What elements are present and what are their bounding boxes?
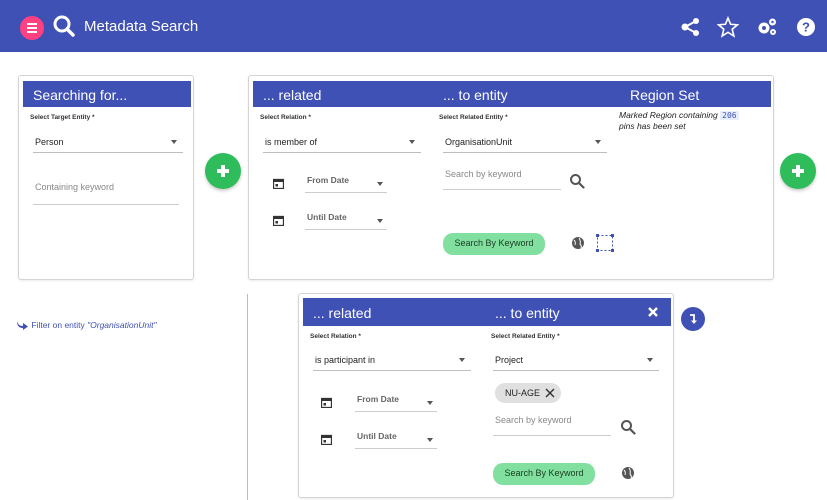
chevron-down-icon	[595, 140, 601, 144]
subdirectory-arrow-icon	[17, 321, 28, 330]
keyword-placeholder: Search by keyword	[495, 415, 572, 425]
filter-prefix: Filter on entity	[31, 320, 88, 330]
close-icon[interactable]	[647, 306, 659, 318]
close-icon[interactable]	[545, 388, 555, 398]
to-entity-header: ... to entity	[443, 87, 508, 103]
calendar-icon[interactable]	[273, 215, 284, 226]
chevron-down-icon	[377, 219, 383, 223]
chevron-down-icon	[171, 140, 177, 144]
target-card-title: Searching for...	[33, 87, 128, 103]
relation-label: Select Relation *	[310, 333, 361, 340]
calendar-icon[interactable]	[321, 434, 332, 445]
region-select-icon[interactable]	[596, 234, 614, 252]
help-icon[interactable]: ?	[795, 16, 817, 38]
region-note-text: Marked Region containing	[619, 110, 718, 120]
chevron-down-icon	[427, 401, 433, 405]
related-entity-label: Select Related Entity *	[491, 333, 560, 340]
to-entity-header: ... to entity	[495, 305, 560, 321]
relation-card-2-header: ... related ... to entity	[303, 298, 671, 326]
add-relation-button[interactable]	[205, 153, 241, 189]
tree-connector-line	[247, 294, 248, 500]
keyword-placeholder: Search by keyword	[445, 169, 522, 179]
menu-button[interactable]	[20, 16, 44, 40]
search-by-keyword-button[interactable]: Search By Keyword	[493, 463, 595, 485]
search-by-keyword-button[interactable]: Search By Keyword	[443, 233, 545, 255]
star-icon[interactable]	[717, 16, 739, 38]
region-pin-count: 206	[720, 111, 739, 120]
related-entity-label: Select Related Entity *	[439, 114, 508, 121]
relation-card-1-header: ... related ... to entity Region Set	[253, 81, 771, 107]
target-keyword-input[interactable]: Containing keyword	[33, 179, 179, 205]
until-date-select[interactable]: Until Date	[305, 210, 387, 230]
region-note: Marked Region containing 206 pins has be…	[619, 110, 769, 132]
region-note-text-2: pins has been set	[619, 121, 686, 131]
search-icon[interactable]	[569, 173, 585, 189]
relation-value: is participant in	[315, 355, 376, 365]
until-date-label: Until Date	[307, 212, 347, 222]
app-title: Metadata Search	[84, 18, 199, 35]
add-relation-button-right[interactable]	[780, 153, 816, 189]
target-entity-select[interactable]: Person	[33, 133, 183, 153]
related-entity-value: Project	[495, 355, 524, 365]
until-date-label: Until Date	[357, 431, 397, 441]
target-entity-value: Person	[35, 137, 64, 147]
relation-card-1: ... related ... to entity Region Set Sel…	[248, 75, 774, 280]
chip-label: NU-AGE	[505, 388, 541, 398]
chevron-down-icon	[427, 438, 433, 442]
share-icon[interactable]	[680, 16, 702, 38]
related-entity-select[interactable]: OrganisationUnit	[443, 133, 607, 153]
filter-entity-link[interactable]: Filter on entity "OrganisationUnit"	[16, 318, 156, 330]
relation-label: Select Relation *	[260, 114, 311, 121]
related-entity-select[interactable]: Project	[493, 351, 659, 371]
target-entity-label: Select Target Entity *	[30, 114, 95, 121]
from-date-label: From Date	[357, 394, 400, 404]
globe-icon[interactable]	[571, 236, 585, 250]
arrow-down-icon	[690, 314, 697, 324]
relation-select[interactable]: is participant in	[313, 351, 471, 371]
svg-text:?: ?	[802, 20, 810, 35]
target-keyword-placeholder: Containing keyword	[35, 182, 115, 192]
search-icon	[53, 15, 75, 37]
globe-icon[interactable]	[621, 466, 635, 480]
from-date-select[interactable]: From Date	[355, 392, 437, 412]
related-entity-value: OrganisationUnit	[445, 137, 513, 147]
search-icon[interactable]	[620, 419, 636, 435]
calendar-icon[interactable]	[273, 178, 284, 189]
relation-select[interactable]: is member of	[263, 133, 421, 153]
entity-chip: NU-AGE	[495, 383, 561, 403]
target-entity-card: Searching for... Select Target Entity * …	[18, 75, 194, 280]
related-header: ... related	[263, 87, 322, 103]
chevron-down-icon	[647, 358, 653, 362]
relation-value: is member of	[265, 137, 318, 147]
keyword-input[interactable]: Search by keyword	[493, 412, 611, 436]
target-card-header: Searching for...	[23, 81, 191, 107]
calendar-icon[interactable]	[321, 397, 332, 408]
from-date-label: From Date	[307, 175, 350, 185]
move-relation-button[interactable]	[681, 307, 705, 331]
relation-card-2: ... related ... to entity Select Relatio…	[298, 293, 674, 498]
related-header: ... related	[313, 305, 372, 321]
app-header: Metadata Search ?	[0, 0, 827, 52]
chevron-down-icon	[459, 358, 465, 362]
chevron-down-icon	[409, 140, 415, 144]
menu-icon	[27, 23, 37, 25]
filter-entity-name: "OrganisationUnit"	[87, 320, 157, 330]
keyword-input[interactable]: Search by keyword	[443, 166, 561, 190]
from-date-select[interactable]: From Date	[305, 173, 387, 193]
chevron-down-icon	[377, 182, 383, 186]
settings-icon[interactable]	[756, 16, 778, 38]
until-date-select[interactable]: Until Date	[355, 429, 437, 449]
region-set-header: Region Set	[630, 87, 700, 103]
